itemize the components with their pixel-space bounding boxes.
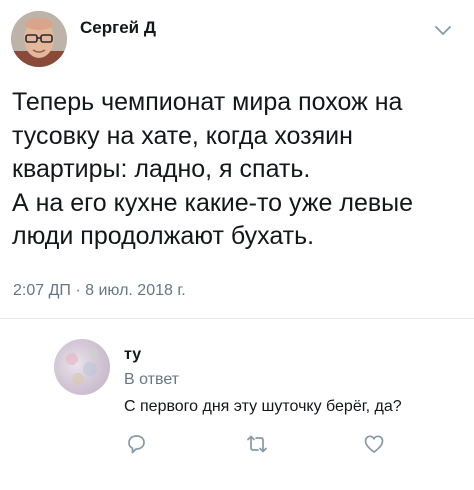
tweet-text: Теперь чемпионат мира похож на тусовку н… — [12, 86, 467, 254]
author-name[interactable]: Сергей Д — [80, 18, 156, 38]
tweet-timestamp[interactable]: 2:07 ДП · 8 июл. 2018 г. — [13, 282, 186, 300]
tweet-text-line: люди продолжают бухать. — [12, 222, 315, 250]
author-avatar[interactable] — [11, 11, 67, 67]
divider — [0, 318, 474, 319]
reply-avatar[interactable] — [54, 339, 110, 395]
tweet-text-line: тусовку на хате, когда хозяин — [12, 121, 353, 150]
reply-text: С первого дня эту шуточку берёг, да? — [124, 398, 402, 415]
retweet-icon[interactable] — [245, 432, 269, 456]
chevron-down-icon[interactable] — [434, 24, 452, 36]
heart-icon[interactable] — [362, 432, 386, 456]
tweet-text-line: А на его кухне какие-то уже левые — [12, 188, 414, 217]
comment-icon[interactable] — [124, 432, 148, 456]
reply-author-name[interactable]: ту — [124, 346, 141, 364]
reply-context: В ответ — [124, 371, 180, 388]
tweet-text-line: Теперь чемпионат мира похож на — [12, 88, 403, 116]
tweet-text-line: квартиры: ладно, я спать. — [12, 155, 311, 183]
